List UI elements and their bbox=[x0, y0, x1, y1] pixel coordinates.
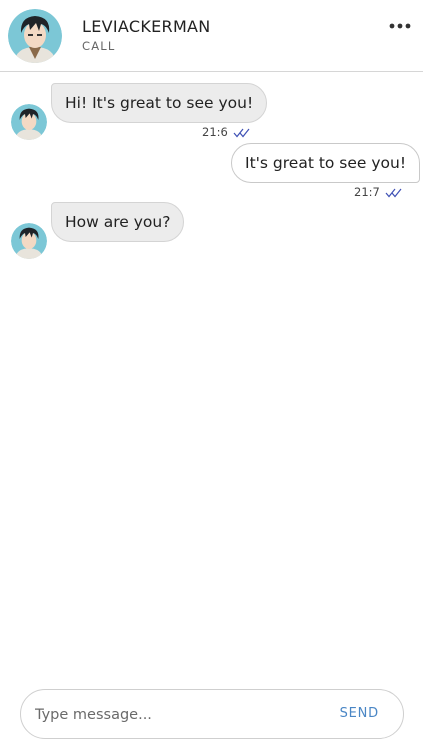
message-time: 21:6 bbox=[202, 125, 228, 139]
message-bubble-incoming[interactable]: How are you? bbox=[51, 202, 185, 242]
message-meta: 21:6 bbox=[202, 125, 251, 141]
call-label[interactable]: CALL bbox=[82, 39, 116, 53]
double-check-icon bbox=[385, 187, 403, 201]
message-input[interactable] bbox=[35, 702, 315, 728]
chat-app: LEVIACKERMAN CALL Hi! It's great to see … bbox=[0, 0, 423, 751]
send-button[interactable]: SEND bbox=[340, 706, 379, 721]
more-horizontal-icon[interactable] bbox=[389, 18, 411, 34]
sender-avatar bbox=[11, 223, 47, 259]
sender-avatar bbox=[11, 104, 47, 140]
message-composer: SEND bbox=[20, 689, 404, 739]
message-time: 21:7 bbox=[354, 185, 380, 199]
double-check-icon bbox=[233, 127, 251, 141]
chat-header: LEVIACKERMAN CALL bbox=[0, 0, 423, 72]
message-meta: 21:7 bbox=[354, 185, 403, 201]
contact-avatar[interactable] bbox=[8, 9, 62, 63]
message-bubble-incoming[interactable]: Hi! It's great to see you! bbox=[51, 83, 268, 123]
message-bubble-outgoing[interactable]: It's great to see you! bbox=[231, 143, 421, 183]
contact-name: LEVIACKERMAN bbox=[82, 17, 211, 36]
